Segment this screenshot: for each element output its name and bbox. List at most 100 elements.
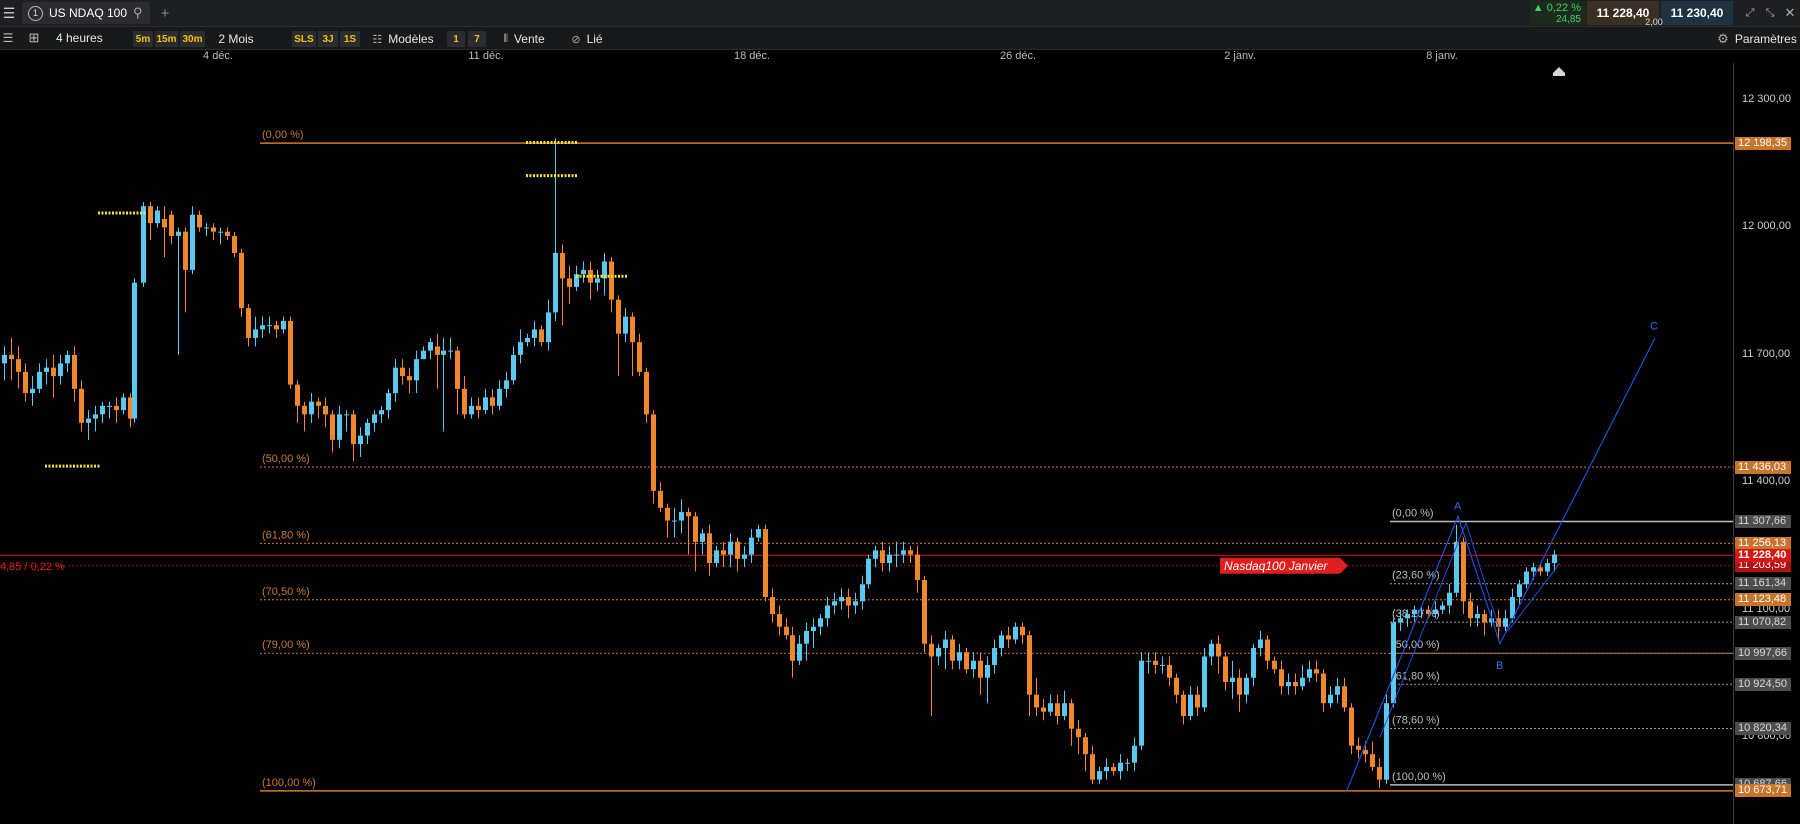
candle-body bbox=[2, 354, 7, 364]
candle-body bbox=[462, 388, 467, 415]
candle-body bbox=[490, 397, 495, 406]
fib-level-label: (50,00 %) bbox=[1392, 639, 1440, 651]
fib-level-label: (61,80 %) bbox=[1392, 670, 1440, 682]
candle-body bbox=[721, 550, 726, 555]
candle-body bbox=[1461, 541, 1466, 602]
candle-body bbox=[1391, 622, 1396, 704]
candle-body bbox=[302, 405, 307, 415]
candle-body bbox=[532, 329, 537, 338]
candle-body bbox=[204, 227, 209, 229]
candle-body bbox=[162, 218, 167, 228]
candle-body bbox=[448, 350, 453, 352]
price-tag: 11 436,03 bbox=[1735, 460, 1791, 474]
candle-body bbox=[65, 354, 70, 364]
candle-body bbox=[365, 422, 370, 436]
candle-body bbox=[804, 631, 809, 644]
fib-level-label: (0,00 %) bbox=[262, 129, 304, 141]
candle-body bbox=[148, 206, 153, 224]
candle-body bbox=[978, 660, 983, 678]
candle-body bbox=[1293, 681, 1298, 687]
candle-body bbox=[400, 367, 405, 377]
price-axis-label: 11 400,00 bbox=[1742, 475, 1791, 488]
candle-body bbox=[344, 414, 349, 416]
candle-body bbox=[749, 537, 754, 555]
close-icon[interactable]: ✕ bbox=[1782, 3, 1798, 23]
candle-body bbox=[1524, 571, 1529, 585]
candle-body bbox=[825, 605, 830, 619]
candle-body bbox=[72, 354, 77, 389]
candle-body bbox=[1377, 766, 1382, 780]
candle-body bbox=[1027, 635, 1032, 695]
candle-body bbox=[1405, 614, 1410, 619]
candle-body bbox=[232, 235, 237, 253]
candle-body bbox=[811, 626, 816, 631]
price-axis[interactable]: 12 300,00 12 000,00 11 700,00 11 400,00 11 1… bbox=[1733, 63, 1800, 824]
candle-body bbox=[539, 329, 544, 343]
spread-value: 2,00 bbox=[1645, 17, 1663, 27]
candle-body bbox=[155, 210, 160, 224]
collapse-icon[interactable]: ⤡ bbox=[1762, 3, 1778, 23]
candle-body bbox=[832, 601, 837, 606]
candle-body bbox=[37, 371, 42, 389]
candle-body bbox=[957, 652, 962, 661]
candle-body bbox=[190, 214, 195, 270]
candle-body bbox=[1020, 626, 1025, 636]
candle-body bbox=[295, 384, 300, 406]
candle-body bbox=[379, 410, 384, 415]
candle-body bbox=[644, 371, 649, 415]
candle-body bbox=[1335, 686, 1340, 695]
fib-level-label: (100,00 %) bbox=[1392, 771, 1446, 783]
wave-label: C bbox=[1650, 320, 1658, 332]
candle-body bbox=[16, 359, 21, 372]
price-tag: 11 123,48 bbox=[1735, 593, 1791, 607]
candle-body bbox=[1076, 728, 1081, 738]
candle-body bbox=[407, 376, 412, 381]
candle-body bbox=[1251, 647, 1256, 678]
candle-body bbox=[1006, 635, 1011, 640]
fib-level-label: (79,00 %) bbox=[262, 639, 310, 651]
candle-body bbox=[950, 639, 955, 661]
candle-body bbox=[267, 325, 272, 327]
candle-body bbox=[1237, 677, 1242, 695]
expand-icon[interactable]: ⤢ bbox=[1742, 3, 1758, 23]
candle-body bbox=[1055, 703, 1060, 716]
candle-body bbox=[623, 316, 628, 334]
candle-body bbox=[51, 367, 56, 377]
candle-body bbox=[253, 329, 258, 338]
candle-body bbox=[1202, 656, 1207, 708]
candle-body bbox=[121, 397, 126, 411]
candle-body bbox=[707, 533, 712, 564]
candle-body bbox=[567, 278, 572, 287]
candle-body bbox=[372, 414, 377, 423]
candle-body bbox=[44, 367, 49, 372]
candle-body bbox=[358, 435, 363, 445]
candle-body bbox=[23, 371, 28, 394]
candle-body bbox=[1216, 643, 1221, 657]
candle-body bbox=[1083, 737, 1088, 755]
candle-body bbox=[700, 533, 705, 542]
candle-body bbox=[1349, 707, 1354, 746]
candle-body bbox=[1279, 669, 1284, 687]
candle-body bbox=[728, 541, 733, 555]
candle-body bbox=[922, 580, 927, 644]
candle-body bbox=[1531, 567, 1536, 572]
candle-body bbox=[1230, 677, 1235, 682]
candle-body bbox=[386, 393, 391, 411]
candle-body bbox=[1286, 681, 1291, 687]
candle-body bbox=[860, 584, 865, 602]
candle-body bbox=[1272, 660, 1277, 670]
candle-body bbox=[936, 647, 941, 657]
candle-body bbox=[79, 388, 84, 423]
left-change-label: 4,85 / 0,22 % bbox=[0, 561, 65, 573]
fib-level-label: (50,00 %) bbox=[262, 453, 310, 465]
wave-label: B bbox=[1496, 660, 1503, 672]
candle-body bbox=[316, 401, 321, 406]
price-chart[interactable]: (0,00 %) (50,00 %) (61,80 %) (70,50 %) (79,0… bbox=[0, 0, 1733, 824]
candle-body bbox=[441, 350, 446, 355]
candle-body bbox=[93, 414, 98, 419]
candle-body bbox=[1321, 673, 1326, 704]
candle-body bbox=[756, 529, 761, 538]
price-tag: 11 161,34 bbox=[1735, 577, 1791, 591]
candle-body bbox=[1475, 614, 1480, 619]
candle-body bbox=[1104, 766, 1109, 772]
